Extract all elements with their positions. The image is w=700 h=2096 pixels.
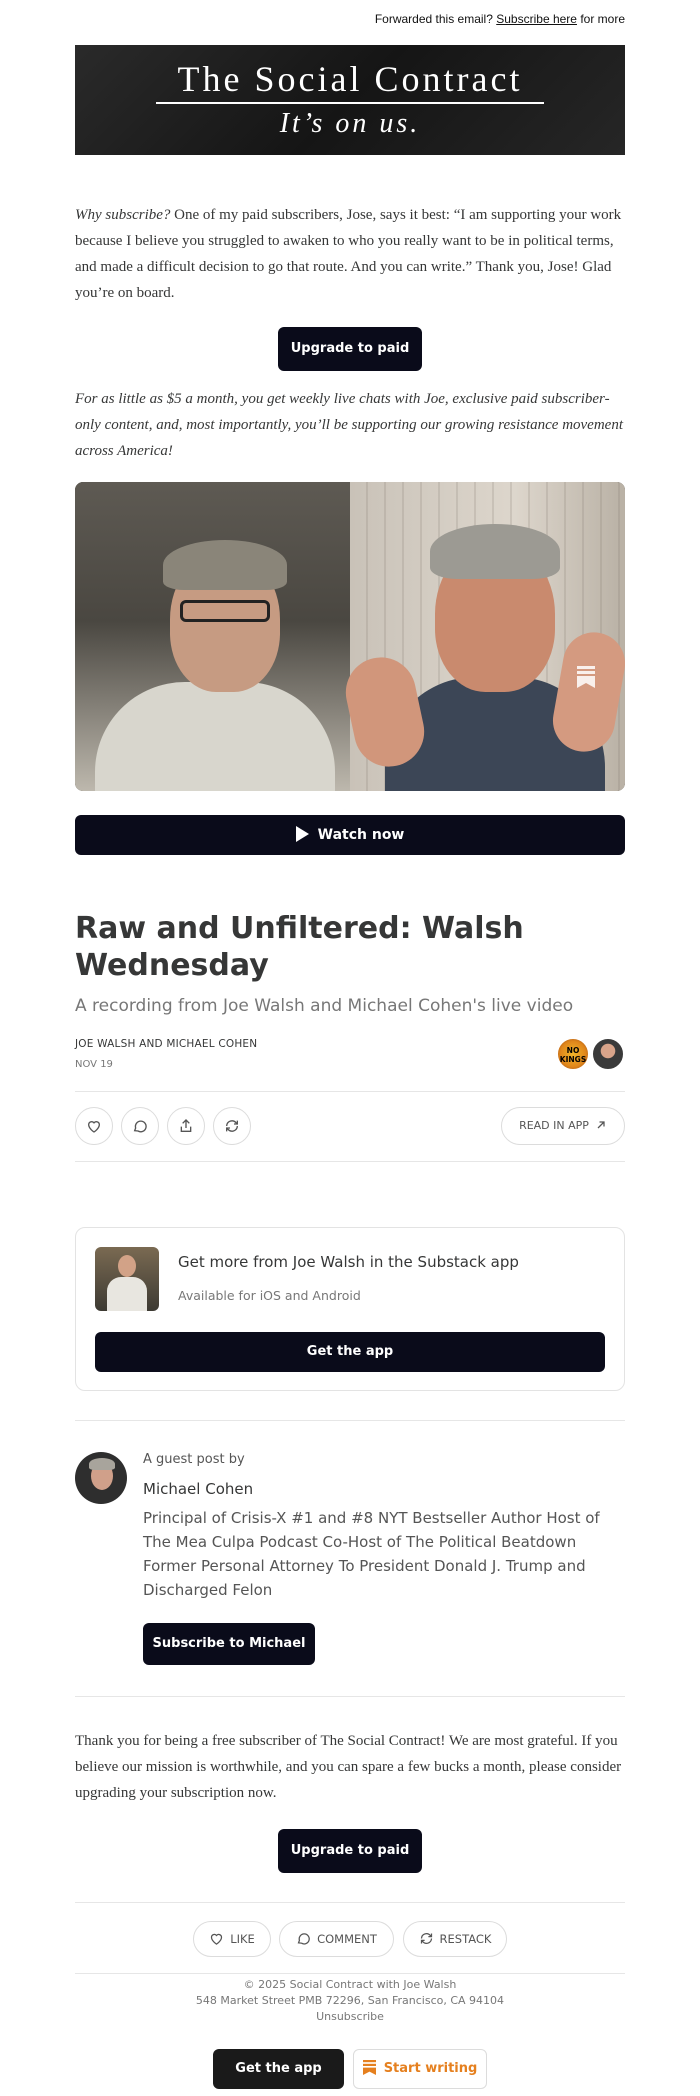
divider bbox=[75, 1902, 625, 1903]
app-promo-title: Get more from Joe Walsh in the Substack … bbox=[178, 1253, 519, 1271]
watch-now-label: Watch now bbox=[317, 827, 405, 843]
guest-author-bio: Principal of Crisis-X #1 and #8 NYT Best… bbox=[143, 1509, 600, 1599]
divider bbox=[75, 1973, 625, 1974]
intro-paragraph: Why subscribe? One of my paid subscriber… bbox=[75, 202, 625, 306]
video-left-panel bbox=[75, 482, 350, 791]
restack-icon bbox=[420, 1933, 432, 1944]
forwarded-suffix: for more bbox=[580, 12, 625, 26]
forwarded-text: Forwarded this email? bbox=[374, 12, 493, 26]
video-thumbnail[interactable] bbox=[75, 482, 625, 791]
start-writing-label: Start writing bbox=[383, 2061, 478, 2076]
like-button[interactable] bbox=[75, 1107, 113, 1145]
app-promo-subtitle: Available for iOS and Android bbox=[178, 1288, 361, 1303]
joe-walsh-thumbnail bbox=[95, 1247, 159, 1311]
unsubscribe-label[interactable]: Unsubscribe bbox=[316, 2010, 384, 2023]
play-icon bbox=[295, 826, 309, 842]
share-icon bbox=[180, 1119, 192, 1132]
start-writing-button[interactable]: Start writing bbox=[353, 2049, 487, 2089]
restack-button[interactable] bbox=[213, 1107, 251, 1145]
pitch-paragraph: For as little as $5 a month, you get wee… bbox=[75, 391, 623, 459]
divider bbox=[75, 1420, 625, 1421]
banner-rule bbox=[156, 102, 544, 104]
comment-label: COMMENT bbox=[317, 1932, 377, 1946]
read-in-app-label: READ IN APP bbox=[519, 1119, 589, 1132]
michael-cohen-avatar[interactable] bbox=[75, 1452, 127, 1504]
footer-address: 548 Market Street PMB 72296, San Francis… bbox=[195, 1994, 505, 2007]
share-button[interactable] bbox=[167, 1107, 205, 1145]
closing-paragraph: Thank you for being a free subscriber of… bbox=[75, 1733, 622, 1801]
app-promo-card: Get more from Joe Walsh in the Substack … bbox=[75, 1227, 625, 1391]
substack-logo-icon bbox=[362, 2060, 376, 2075]
banner-title: The Social Contract bbox=[177, 59, 523, 99]
footer-get-the-app-button[interactable]: Get the app bbox=[213, 2049, 344, 2089]
video-right-panel bbox=[339, 482, 625, 791]
banner-tagline: It’s on us. bbox=[279, 108, 421, 139]
post-subtitle: A recording from Joe Walsh and Michael C… bbox=[75, 996, 574, 1016]
person-left-body bbox=[95, 682, 335, 791]
newsletter-banner[interactable]: The Social Contract It’s on us. bbox=[75, 45, 625, 155]
author-avatar-joe-walsh[interactable]: NO KINGS bbox=[556, 1037, 590, 1071]
author-avatars[interactable]: NO KINGS bbox=[556, 1037, 626, 1071]
person-right-hair bbox=[430, 524, 560, 579]
comment-icon bbox=[133, 1120, 147, 1133]
intro-lead: Why subscribe? bbox=[75, 207, 171, 223]
post-title[interactable]: Raw and Unfiltered: Walsh Wednesday bbox=[75, 910, 625, 984]
guest-post-label: A guest post by bbox=[143, 1452, 245, 1467]
author-avatar-michael-cohen[interactable] bbox=[591, 1037, 625, 1071]
divider bbox=[75, 1696, 625, 1697]
forwarded-notice: Forwarded this email? Subscribe here for… bbox=[375, 12, 625, 26]
divider bbox=[75, 1091, 625, 1092]
divider bbox=[75, 1161, 625, 1162]
glasses-icon bbox=[180, 600, 270, 622]
restack-pill-button[interactable]: RESTACK bbox=[403, 1921, 507, 1957]
upgrade-to-paid-button[interactable]: Upgrade to paid bbox=[278, 327, 422, 371]
person-left-hair bbox=[163, 540, 287, 590]
substack-bookmark-icon bbox=[577, 666, 595, 688]
heart-icon bbox=[87, 1121, 101, 1133]
like-pill-button[interactable]: LIKE bbox=[193, 1921, 271, 1957]
unsubscribe-link: Unsubscribe bbox=[0, 2010, 700, 2023]
comment-pill-button[interactable]: COMMENT bbox=[279, 1921, 394, 1957]
comment-button[interactable] bbox=[121, 1107, 159, 1145]
footer-copyright: © 2025 Social Contract with Joe Walsh bbox=[243, 1978, 457, 1991]
post-date: NOV 19 bbox=[75, 1059, 113, 1070]
post-byline[interactable]: JOE WALSH AND MICHAEL COHEN bbox=[75, 1038, 257, 1050]
subscribe-here-link[interactable]: Subscribe here bbox=[496, 12, 577, 26]
heart-icon bbox=[211, 1933, 223, 1945]
subscribe-to-michael-button[interactable]: Subscribe to Michael bbox=[143, 1623, 315, 1665]
restack-icon bbox=[226, 1120, 238, 1132]
watch-now-button[interactable]: Watch now bbox=[75, 815, 625, 855]
read-in-app-button[interactable]: READ IN APP bbox=[501, 1107, 625, 1145]
comment-icon bbox=[297, 1933, 310, 1945]
restack-label: RESTACK bbox=[439, 1932, 492, 1946]
get-the-app-button[interactable]: Get the app bbox=[95, 1332, 605, 1372]
arrow-up-right-icon bbox=[597, 1121, 605, 1129]
no-kings-badge: NO KINGS bbox=[559, 1046, 587, 1064]
guest-author-name[interactable]: Michael Cohen bbox=[143, 1480, 253, 1498]
upgrade-to-paid-button-bottom[interactable]: Upgrade to paid bbox=[278, 1829, 422, 1873]
like-label: LIKE bbox=[230, 1932, 255, 1946]
